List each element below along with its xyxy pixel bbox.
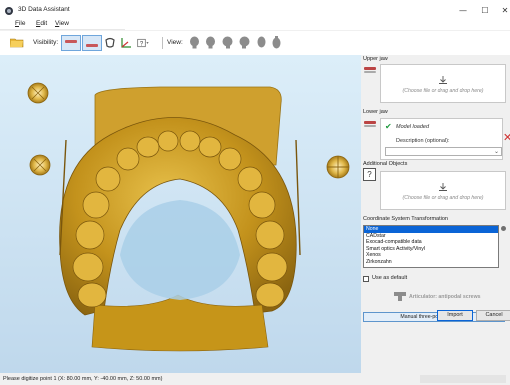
import-panel: Upper jaw (Choose file or drag and drop … bbox=[361, 55, 510, 373]
help-box-icon[interactable]: ? bbox=[137, 37, 149, 49]
coord-option-zirkonzahn[interactable]: Zirkonzahn bbox=[364, 259, 498, 266]
status-progress-area bbox=[420, 375, 506, 383]
maximize-button[interactable]: ☐ bbox=[477, 5, 493, 17]
upper-jaw-dropzone[interactable]: (Choose file or drag and drop here) bbox=[380, 64, 506, 103]
view-label: View: bbox=[167, 39, 183, 46]
model-loaded-status: Model loaded bbox=[396, 124, 430, 130]
minimize-button[interactable]: — bbox=[455, 5, 471, 17]
additional-objects-dropzone[interactable]: (Choose file or drag and drop here) bbox=[380, 171, 506, 210]
top-view-icon[interactable] bbox=[256, 36, 267, 49]
menu-view[interactable]: View bbox=[55, 20, 69, 27]
lower-jaw-label: Lower jaw bbox=[363, 109, 388, 115]
help-icon: ? bbox=[363, 168, 376, 181]
cancel-button[interactable]: Cancel bbox=[476, 310, 510, 321]
axis-icon[interactable] bbox=[120, 37, 132, 49]
description-label: Description (optional): bbox=[396, 138, 450, 144]
occlusion-icon[interactable] bbox=[104, 37, 116, 49]
reference-marker[interactable] bbox=[326, 155, 350, 179]
use-default-checkbox[interactable] bbox=[363, 276, 369, 282]
upper-jaw-visibility-icon[interactable] bbox=[61, 35, 81, 51]
bottom-view-icon[interactable] bbox=[271, 36, 282, 49]
menu-divider bbox=[0, 29, 125, 30]
dental-model-render bbox=[27, 82, 350, 352]
toolbar-separator bbox=[162, 37, 163, 49]
visibility-label: Visibility: bbox=[33, 39, 59, 46]
list-scroll-handle[interactable] bbox=[501, 226, 506, 231]
upper-jaw-drop-text: (Choose file or drag and drop here) bbox=[402, 88, 484, 94]
close-window-button[interactable]: ✕ bbox=[497, 5, 510, 17]
coord-transform-label: Coordinate System Transformation bbox=[363, 216, 448, 222]
description-select[interactable]: ⌄ bbox=[385, 147, 502, 156]
download-icon bbox=[439, 183, 447, 191]
additional-drop-text: (Choose file or drag and drop here) bbox=[402, 195, 484, 201]
additional-objects-label: Additional Objects bbox=[363, 161, 408, 167]
articulator-icon bbox=[394, 292, 406, 301]
tooth-app-icon bbox=[5, 7, 13, 15]
remove-lower-jaw-icon[interactable]: ✕ bbox=[503, 132, 510, 143]
menu-bar: File Edit View bbox=[0, 19, 510, 30]
lower-jaw-panel: ✔ Model loaded Description (optional): ⌄ bbox=[380, 118, 503, 160]
left-view-icon[interactable] bbox=[222, 36, 233, 49]
window-title: 3D Data Assistant bbox=[18, 6, 70, 13]
status-text: Please digitize point 1 (X: 80.00 mm, Y:… bbox=[3, 376, 163, 382]
use-default-label: Use as default bbox=[372, 275, 408, 281]
back-view-icon[interactable] bbox=[205, 36, 216, 49]
right-view-icon[interactable] bbox=[239, 36, 250, 49]
import-button[interactable]: Import bbox=[437, 310, 473, 321]
menu-file[interactable]: File bbox=[15, 20, 26, 27]
lower-jaw-icon bbox=[363, 119, 377, 129]
chevron-down-icon: ⌄ bbox=[493, 149, 499, 155]
coord-transform-list[interactable]: None CADstar Exocad-compatible data Smar… bbox=[363, 225, 499, 268]
lower-jaw-visibility-icon[interactable] bbox=[82, 35, 102, 51]
upper-jaw-label: Upper jaw bbox=[363, 56, 388, 62]
download-icon bbox=[439, 76, 447, 84]
status-bar: Please digitize point 1 (X: 80.00 mm, Y:… bbox=[0, 373, 510, 385]
toolbar: Visibility: ? View: bbox=[0, 31, 510, 55]
reference-marker[interactable] bbox=[29, 154, 51, 176]
front-view-icon[interactable] bbox=[189, 36, 200, 49]
check-icon: ✔ bbox=[385, 122, 392, 131]
3d-viewport[interactable] bbox=[0, 55, 361, 373]
folder-icon[interactable] bbox=[10, 37, 24, 48]
reference-marker[interactable] bbox=[27, 82, 49, 104]
upper-jaw-icon bbox=[363, 65, 377, 75]
menu-edit[interactable]: Edit bbox=[36, 20, 47, 27]
articulator-button[interactable]: Articulator: antipodal screws bbox=[409, 294, 481, 300]
